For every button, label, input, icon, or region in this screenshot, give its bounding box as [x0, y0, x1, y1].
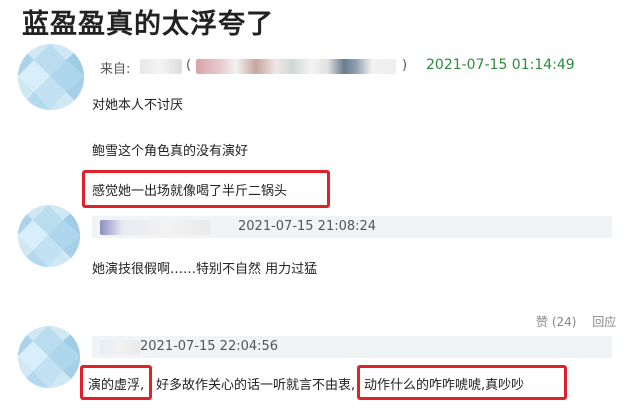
like-button[interactable]: 赞 (24) — [536, 315, 576, 329]
reply-timestamp: 2021-07-15 21:08:24 — [238, 219, 377, 234]
comment-line-3: 感觉她一出场就像喝了半斤二锅头 — [92, 184, 288, 199]
comment-line-2: 鲍雪这个角色真的没有演好 — [92, 144, 249, 159]
username-blurred[interactable] — [140, 59, 182, 74]
reply-text-part-3: 动作什么的咋咋唬唬,真吵吵 — [364, 378, 525, 393]
reply-timestamp: 2021-07-15 22:04:56 — [140, 339, 279, 354]
comment-line-1: 对她本人不讨厌 — [92, 98, 184, 113]
comment-from-label: 来自: — [100, 62, 131, 77]
reply-button[interactable]: 回应 — [592, 315, 616, 329]
username-blurred[interactable] — [100, 340, 140, 355]
reply-actions: 赞 (24) 回应 — [536, 313, 616, 330]
reply-text-part-2: 好多故作关心的话一听就言不由衷, — [156, 378, 356, 393]
location-blurred — [196, 59, 396, 74]
page-title: 蓝盈盈真的太浮夸了 — [22, 9, 274, 40]
avatar[interactable] — [18, 326, 80, 388]
avatar-pattern — [18, 44, 84, 110]
reply-text-part-1: 演的虚浮, — [88, 378, 145, 393]
username-blurred[interactable] — [100, 220, 210, 235]
reply-text: 她演技很假啊……特别不自然 用力过猛 — [92, 262, 318, 277]
avatar[interactable] — [18, 44, 84, 110]
avatar-pattern — [18, 205, 80, 267]
comment-open-paren: ( — [186, 58, 192, 73]
comment-close-paren: ) — [402, 58, 408, 73]
avatar[interactable] — [18, 205, 80, 267]
avatar-pattern — [18, 326, 80, 388]
comment-timestamp: 2021-07-15 01:14:49 — [426, 57, 575, 73]
